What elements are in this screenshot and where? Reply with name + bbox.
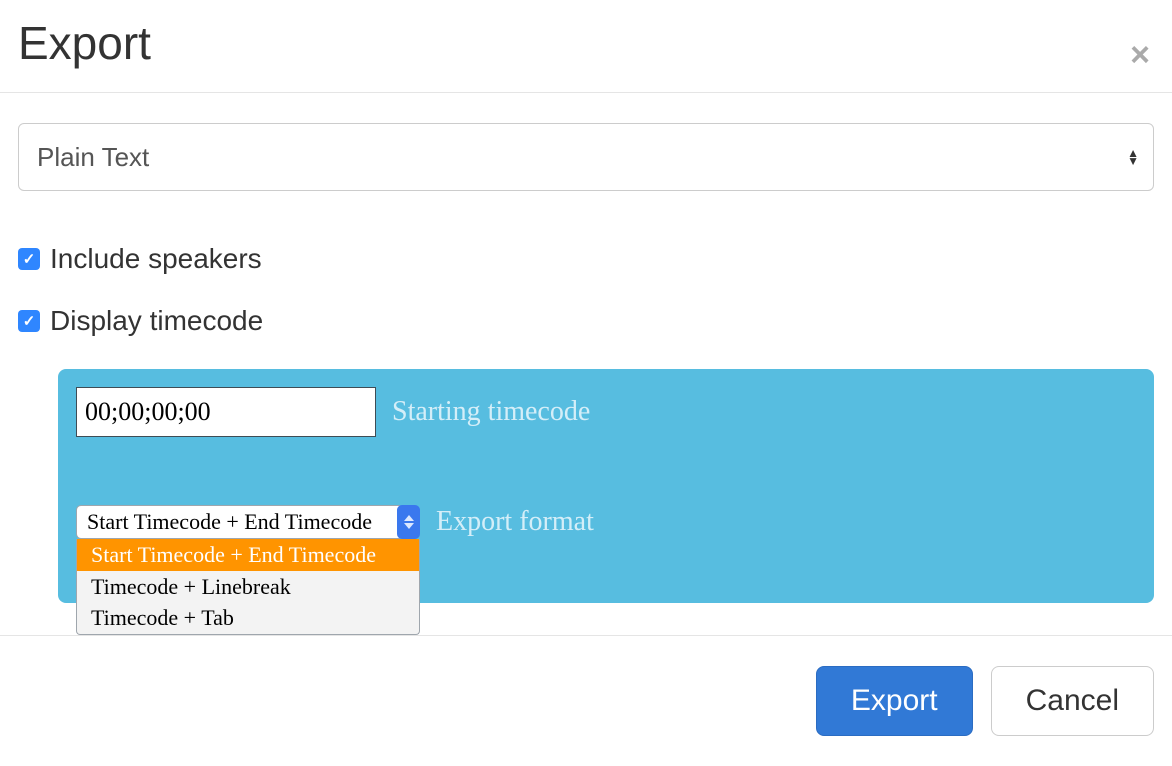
export-format-value[interactable]: Start Timecode + End Timecode	[76, 505, 400, 539]
format-select-value: Plain Text	[37, 142, 149, 173]
updown-icon: ▲▼	[1127, 149, 1139, 165]
starting-timecode-input[interactable]	[76, 387, 376, 437]
starting-timecode-row: Starting timecode	[76, 387, 1136, 437]
export-format-select[interactable]: Start Timecode + End Timecode Start Time…	[76, 505, 420, 539]
export-format-dropdown: Start Timecode + End TimecodeTimecode + …	[76, 539, 420, 635]
starting-timecode-label: Starting timecode	[392, 396, 590, 428]
cancel-button[interactable]: Cancel	[991, 666, 1154, 736]
include-speakers-label[interactable]: Include speakers	[50, 243, 262, 275]
export-format-row: Start Timecode + End Timecode Start Time…	[76, 505, 1136, 539]
display-timecode-checkbox[interactable]: ✓	[18, 310, 40, 332]
export-format-label: Export format	[436, 506, 594, 538]
modal-header: Export ×	[0, 0, 1172, 93]
export-button[interactable]: Export	[816, 666, 973, 736]
export-format-option[interactable]: Timecode + Linebreak	[77, 571, 419, 603]
export-modal: Export × Plain Text ▲▼ ✓ Include speaker…	[0, 0, 1172, 766]
updown-stepper-icon[interactable]	[397, 505, 420, 539]
timecode-panel: Starting timecode Start Timecode + End T…	[58, 369, 1154, 603]
close-icon[interactable]: ×	[1130, 38, 1150, 72]
export-format-option[interactable]: Start Timecode + End Timecode	[77, 539, 419, 571]
display-timecode-label[interactable]: Display timecode	[50, 305, 263, 337]
display-timecode-row: ✓ Display timecode	[18, 305, 1154, 337]
modal-title: Export	[18, 18, 151, 69]
include-speakers-checkbox[interactable]: ✓	[18, 248, 40, 270]
format-select[interactable]: Plain Text ▲▼	[18, 123, 1154, 191]
modal-body: Plain Text ▲▼ ✓ Include speakers ✓ Displ…	[0, 93, 1172, 643]
modal-footer: Export Cancel	[0, 635, 1172, 766]
export-format-option[interactable]: Timecode + Tab	[77, 602, 419, 634]
include-speakers-row: ✓ Include speakers	[18, 243, 1154, 275]
